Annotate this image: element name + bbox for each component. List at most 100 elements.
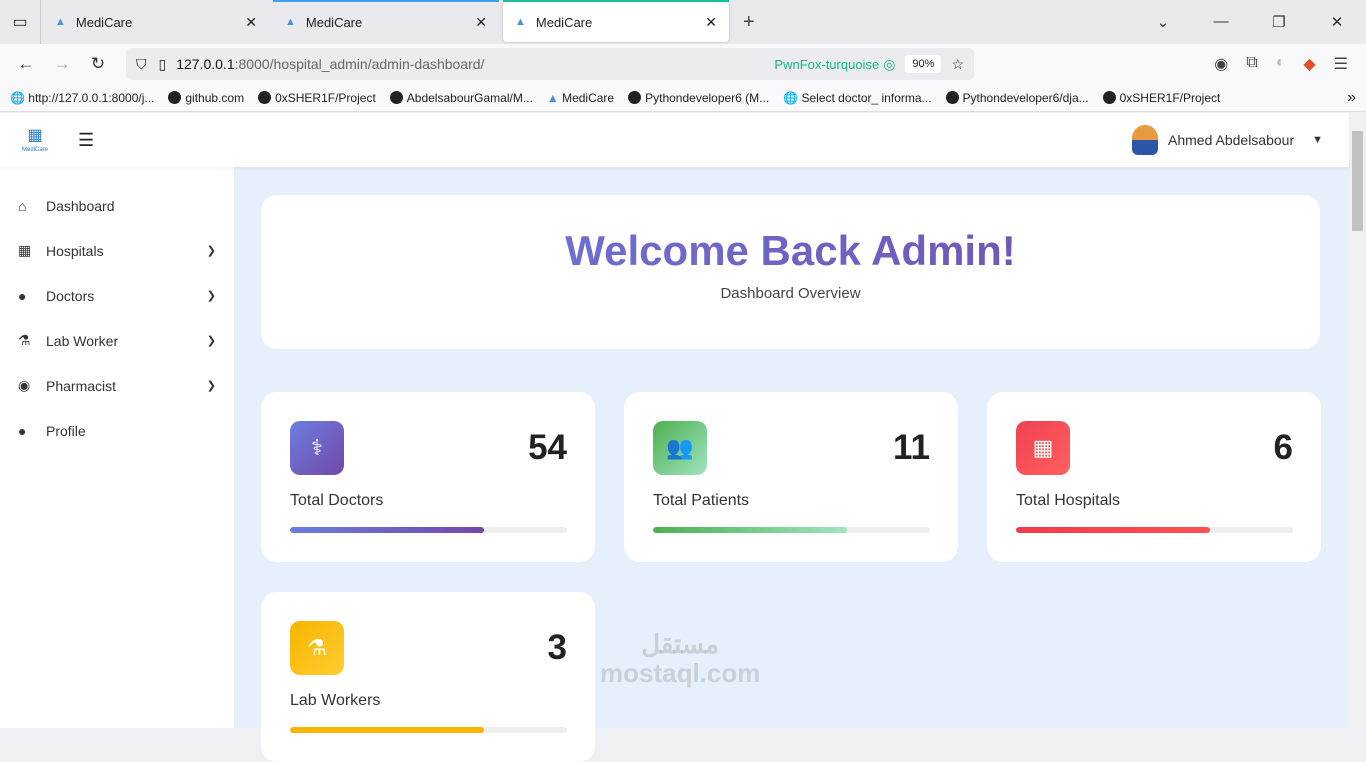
scrollbar-thumb[interactable]: [1352, 131, 1363, 231]
progress-fill: [653, 527, 847, 533]
close-tab-icon[interactable]: ✕: [245, 14, 257, 31]
container-label[interactable]: PwnFox-turquoise: [774, 57, 879, 72]
bookmark-star-icon[interactable]: ☆: [951, 56, 964, 73]
sidebar-item-label: Doctors: [46, 287, 95, 304]
fingerprint-icon: ◎: [883, 55, 896, 72]
zoom-level[interactable]: 90%: [905, 55, 942, 73]
sidebar-item-label: Pharmacist: [46, 377, 117, 394]
pills-icon: ◉: [18, 377, 31, 393]
browser-tab[interactable]: ▲ MediCare ✕: [273, 0, 499, 42]
progress-fill: [290, 527, 484, 533]
bookmark-label: 0xSHER1F/Project: [1119, 90, 1221, 105]
main-content: Welcome Back Admin! Dashboard Overview ⚕…: [234, 167, 1349, 762]
bookmark[interactable]: github.com: [168, 90, 245, 105]
pwnfox-icon[interactable]: ◆: [1303, 54, 1315, 74]
user-menu[interactable]: Ahmed Abdelsabour ▼: [1132, 125, 1323, 155]
bookmark[interactable]: Pythondeveloper6/dja...: [945, 90, 1089, 105]
github-icon: [945, 90, 959, 104]
sidebar-item-dashboard[interactable]: ⌂ Dashboard: [0, 183, 234, 228]
users-icon: 👥: [653, 421, 707, 475]
forward-icon[interactable]: →: [44, 54, 80, 74]
bookmark[interactable]: 🌐 http://127.0.0.1:8000/j...: [10, 91, 154, 105]
watermark-latin: mostaql.com: [600, 657, 761, 688]
restore-icon[interactable]: ❐: [1250, 13, 1308, 31]
logo[interactable]: ▦ MediCare: [22, 127, 48, 153]
progress-bar: [290, 527, 567, 533]
sidebar-item-label: Lab Worker: [46, 332, 119, 349]
avatar: [1132, 125, 1159, 155]
github-icon: [168, 90, 182, 104]
new-tab-button[interactable]: +: [743, 11, 755, 34]
url-path: :8000/hospital_admin/admin-dashboard/: [234, 56, 485, 72]
hospital-icon: ▦: [1016, 421, 1070, 475]
sidebar-item-label: Dashboard: [46, 197, 115, 214]
progress-bar: [1016, 527, 1293, 533]
progress-bar: [653, 527, 930, 533]
stat-value: 6: [1273, 428, 1293, 467]
app-header: ▦ MediCare ☰ Ahmed Abdelsabour ▼: [0, 113, 1349, 167]
stat-label: Lab Workers: [290, 692, 381, 709]
sidebar-item-label: Profile: [46, 422, 86, 439]
menu-icon[interactable]: ☰: [1334, 54, 1348, 74]
flask-icon: ⚗: [18, 332, 31, 348]
reload-icon[interactable]: ↻: [80, 54, 116, 74]
page-title: Welcome Back Admin!: [261, 227, 1320, 275]
close-tab-icon[interactable]: ✕: [705, 14, 717, 31]
sidebar-item-lab-worker[interactable]: ⚗ Lab Worker ❯: [0, 318, 234, 363]
tab-title: MediCare: [305, 14, 363, 30]
sidebar-item-profile[interactable]: ● Profile: [0, 408, 234, 453]
doctor-icon: ●: [18, 287, 27, 304]
sidebar-item-doctors[interactable]: ● Doctors ❯: [0, 273, 234, 318]
github-icon: [1102, 90, 1116, 104]
sidebar-item-hospitals[interactable]: ▦ Hospitals ❯: [0, 228, 234, 273]
stat-card-doctors: ⚕ 54 Total Doctors: [261, 392, 595, 562]
more-bookmarks-icon[interactable]: »: [1347, 89, 1356, 107]
bookmark[interactable]: Pythondeveloper6 (M...: [628, 90, 770, 105]
account-icon[interactable]: ◉: [1214, 54, 1228, 74]
tab-title: MediCare: [75, 14, 133, 30]
back-icon[interactable]: ←: [8, 54, 44, 74]
browser-tab-bar: ▭ ▲ MediCare ✕ ▲ MediCare ✕ ▲ MediCare ✕ + ⌄ — ❐…: [0, 0, 1366, 44]
bookmark[interactable]: 0xSHER1F/Project: [1102, 90, 1221, 105]
medicare-favicon: ▲: [285, 16, 296, 28]
bookmark[interactable]: ▲ MediCare: [547, 91, 614, 105]
bookmark-label: MediCare: [562, 90, 615, 105]
chevron-down-icon: ❯: [206, 290, 216, 302]
home-icon: ⌂: [18, 197, 27, 214]
github-icon: [628, 90, 642, 104]
stat-label: Total Patients: [653, 492, 750, 509]
stat-card-lab-workers: ⚗ 3 Lab Workers: [261, 592, 595, 762]
minimize-icon[interactable]: —: [1192, 13, 1250, 31]
stat-label: Total Doctors: [290, 492, 384, 509]
chevron-down-icon: ❯: [206, 245, 216, 257]
scrollbar[interactable]: [1349, 113, 1366, 728]
stat-card-hospitals: ▦ 6 Total Hospitals: [987, 392, 1321, 562]
bookmark[interactable]: 🌐 Select doctor_ informa...: [783, 91, 931, 105]
chevron-down-icon: ❯: [206, 335, 216, 347]
chevron-down-icon: ❯: [206, 380, 216, 392]
close-window-icon[interactable]: ✕: [1308, 13, 1366, 31]
sidebar-item-pharmacist[interactable]: ◉ Pharmacist ❯: [0, 363, 234, 408]
extension-icon[interactable]: ◐: [1276, 54, 1286, 74]
tab-overview-icon[interactable]: ▭: [0, 12, 40, 32]
flask-icon: ⚗: [290, 621, 344, 675]
github-icon: [389, 90, 403, 104]
welcome-card: Welcome Back Admin! Dashboard Overview: [261, 195, 1320, 349]
bookmark-label: github.com: [185, 90, 245, 105]
bookmark-label: Pythondeveloper6 (M...: [645, 90, 770, 105]
close-tab-icon[interactable]: ✕: [475, 14, 487, 31]
browser-tab[interactable]: ▲ MediCare ✕: [43, 2, 269, 42]
bookmark[interactable]: AbdelsabourGamal/M...: [389, 90, 533, 105]
browser-tab-active[interactable]: ▲ MediCare ✕: [503, 0, 729, 42]
shield-icon[interactable]: ⛉: [136, 56, 147, 73]
tab-list-icon[interactable]: ⌄: [1134, 13, 1192, 31]
bookmark[interactable]: 0xSHER1F/Project: [258, 90, 376, 105]
stat-value: 54: [528, 428, 567, 467]
hamburger-menu-icon[interactable]: ☰: [78, 130, 94, 151]
medicare-favicon: ▲: [55, 16, 66, 28]
bookmark-label: http://127.0.0.1:8000/j...: [28, 90, 155, 105]
extensions-icon[interactable]: ⧉: [1246, 54, 1257, 74]
address-bar[interactable]: ⛉ ▯ 127.0.0.1:8000/hospital_admin/admin-d…: [126, 48, 974, 80]
medicare-favicon: ▲: [515, 16, 526, 28]
divider: [40, 0, 41, 44]
